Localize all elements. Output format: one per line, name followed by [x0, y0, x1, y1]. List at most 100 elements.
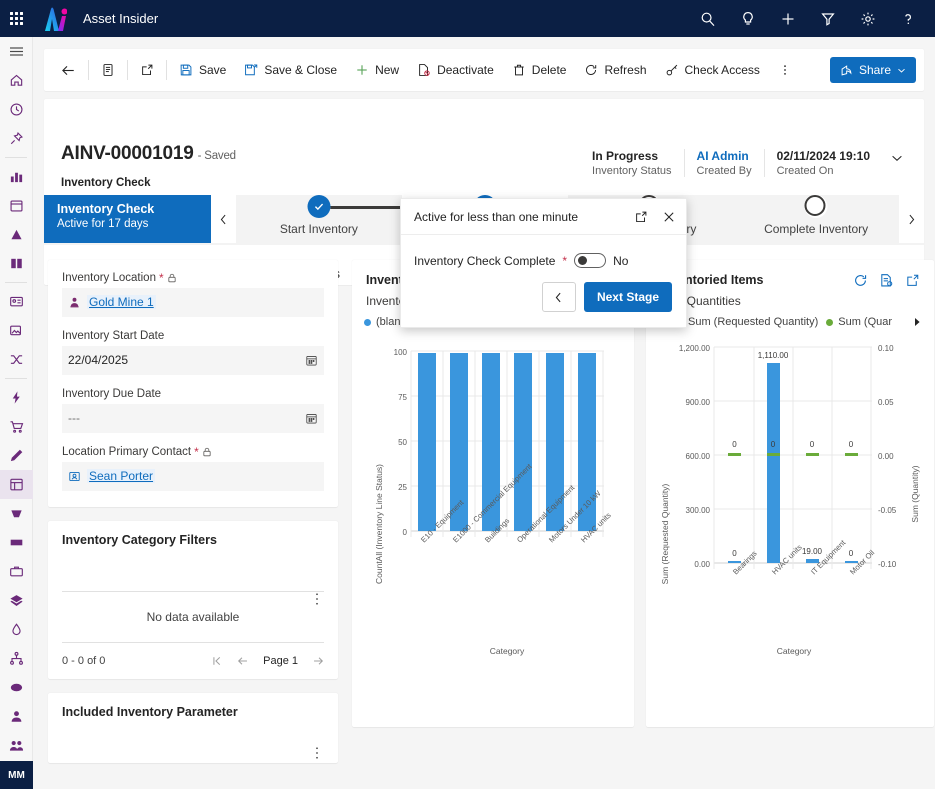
- more-vertical-icon[interactable]: [310, 745, 324, 761]
- filter-icon[interactable]: [811, 0, 845, 37]
- person-icon[interactable]: [0, 702, 33, 731]
- new-button[interactable]: New: [346, 55, 408, 85]
- bpf-stage-start-inventory[interactable]: Start Inventory: [236, 195, 402, 243]
- plus-icon[interactable]: [771, 0, 805, 37]
- legend-item-requested-quantity[interactable]: Sum (Requested Quantity): [676, 316, 818, 328]
- shuffle-icon[interactable]: [0, 345, 33, 374]
- chevron-down-icon[interactable]: [890, 149, 904, 165]
- command-divider: [127, 60, 128, 80]
- layers-icon[interactable]: [0, 586, 33, 615]
- svg-text:0.05: 0.05: [878, 398, 894, 407]
- briefcase-icon[interactable]: [0, 557, 33, 586]
- required-indicator: *: [194, 445, 199, 459]
- location-primary-contact-input[interactable]: Sean Porter: [62, 462, 324, 491]
- header-fields: In Progress Inventory Status AI Admin Cr…: [580, 149, 904, 177]
- image-upload-icon[interactable]: [0, 316, 33, 345]
- cat-label: IT Equipment: [809, 538, 848, 577]
- triangle-icon[interactable]: [0, 220, 33, 249]
- inventory-due-date-input[interactable]: ---: [62, 404, 324, 433]
- drop-icon[interactable]: [0, 615, 33, 644]
- people-icon[interactable]: [0, 731, 33, 760]
- list-icon[interactable]: [0, 528, 33, 557]
- location-primary-contact-value[interactable]: Sean Porter: [87, 469, 156, 483]
- open-record-icon[interactable]: [131, 55, 163, 85]
- svg-text:100: 100: [394, 348, 408, 357]
- next-stage-button[interactable]: Next Stage: [583, 282, 672, 312]
- header-field-status: In Progress Inventory Status: [580, 149, 684, 177]
- calendar-icon[interactable]: [305, 354, 318, 367]
- next-legend-icon[interactable]: [912, 317, 922, 327]
- refresh-icon[interactable]: [853, 273, 868, 288]
- legend-item-quantity[interactable]: Sum (Quar: [826, 316, 892, 328]
- inventory-location-input[interactable]: Gold Mine 1: [62, 288, 324, 317]
- search-icon[interactable]: [691, 0, 725, 37]
- cart-icon[interactable]: [0, 412, 33, 441]
- bpf-active-stage[interactable]: Inventory Check Active for 17 days: [44, 195, 211, 243]
- created-by-label: Created By: [696, 165, 752, 177]
- more-vertical-icon[interactable]: [310, 591, 324, 607]
- field-label: Inventory Location *: [62, 272, 324, 284]
- check-access-label: Check Access: [684, 63, 760, 77]
- recent-icon[interactable]: [0, 95, 33, 124]
- chart2-plot: Sum (Requested Quantity) Sum (Quantity) …: [646, 334, 934, 694]
- deactivate-button[interactable]: Deactivate: [408, 55, 503, 85]
- ai-logo-icon: [33, 0, 71, 37]
- home-icon[interactable]: [0, 66, 33, 95]
- svg-text:0.00: 0.00: [694, 560, 710, 569]
- form-icon[interactable]: [92, 55, 124, 85]
- data-label: 0: [849, 440, 854, 449]
- help-icon[interactable]: [891, 0, 925, 37]
- inventory-start-date-input[interactable]: 22/04/2025: [62, 346, 324, 375]
- lightning-icon[interactable]: [0, 383, 33, 412]
- chart-data-icon[interactable]: [879, 273, 894, 288]
- inventory-check-complete-toggle[interactable]: [574, 253, 607, 268]
- close-icon[interactable]: [662, 210, 676, 224]
- refresh-button[interactable]: Refresh: [575, 55, 655, 85]
- app-launcher-icon[interactable]: [0, 0, 33, 37]
- bpf-prev-button[interactable]: [211, 195, 236, 243]
- created-on-value: 02/11/2024 19:10: [776, 149, 870, 163]
- chart2-xlabel: Category: [777, 646, 812, 656]
- dashboards-icon[interactable]: [0, 162, 33, 191]
- id-card-icon[interactable]: [0, 287, 33, 316]
- hierarchy-icon[interactable]: [0, 644, 33, 673]
- popout-icon[interactable]: [634, 210, 648, 224]
- delete-button[interactable]: Delete: [503, 55, 576, 85]
- next-page-icon[interactable]: [312, 655, 324, 667]
- record-entity-name: Inventory Check: [61, 177, 151, 189]
- pen-icon[interactable]: [0, 441, 33, 470]
- required-indicator: *: [158, 271, 164, 285]
- cup-icon[interactable]: [0, 499, 33, 528]
- pinned-icon[interactable]: [0, 124, 33, 153]
- bpf-next-button[interactable]: [899, 195, 924, 243]
- chart2-category-separators: [713, 347, 872, 569]
- lightbulb-icon[interactable]: [731, 0, 765, 37]
- back-arrow-icon[interactable]: [52, 55, 85, 85]
- flyout-back-button[interactable]: [541, 282, 576, 312]
- save-button[interactable]: Save: [170, 55, 235, 85]
- label-text: Inventory Start Date: [62, 330, 165, 342]
- first-page-icon[interactable]: [211, 655, 223, 667]
- bpf-stage-complete-inventory[interactable]: Complete Inventory: [733, 195, 899, 243]
- created-by-value[interactable]: AI Admin: [697, 149, 752, 163]
- subgrid-divider: [62, 642, 324, 643]
- contact-card-icon: [68, 470, 81, 483]
- popout-icon[interactable]: [905, 273, 920, 288]
- check-access-button[interactable]: Check Access: [656, 55, 769, 85]
- grid-icon[interactable]: [0, 469, 33, 499]
- inventory-location-value[interactable]: Gold Mine 1: [87, 295, 156, 309]
- more-vertical-icon[interactable]: [769, 55, 801, 85]
- book-icon[interactable]: [0, 249, 33, 278]
- circle-icon[interactable]: [0, 673, 33, 702]
- flyout-actions: Next Stage: [401, 268, 686, 312]
- gear-icon[interactable]: [851, 0, 885, 37]
- delete-label: Delete: [531, 63, 567, 77]
- prev-page-icon[interactable]: [237, 655, 249, 667]
- avatar[interactable]: MM: [0, 761, 33, 789]
- save-and-close-button[interactable]: Save & Close: [235, 55, 346, 85]
- bpf-stage-label: Start Inventory: [279, 222, 358, 236]
- share-button[interactable]: Share: [829, 57, 916, 83]
- calendar-icon[interactable]: [0, 191, 33, 220]
- calendar-icon[interactable]: [305, 412, 318, 425]
- hamburger-icon[interactable]: [0, 37, 33, 66]
